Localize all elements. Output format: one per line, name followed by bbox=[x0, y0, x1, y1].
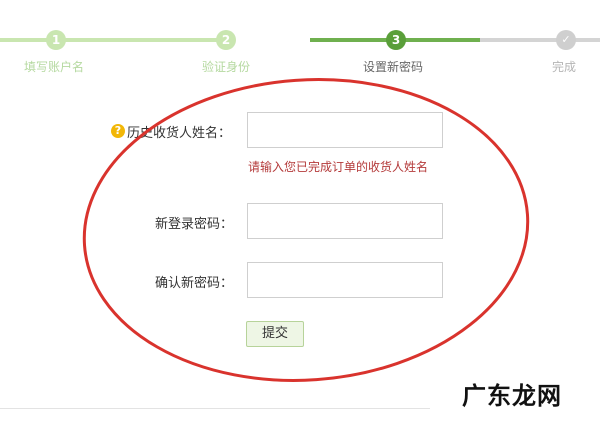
watermark: 广东龙网 bbox=[462, 382, 562, 410]
divider bbox=[0, 408, 430, 409]
annotation-oval bbox=[82, 78, 530, 382]
